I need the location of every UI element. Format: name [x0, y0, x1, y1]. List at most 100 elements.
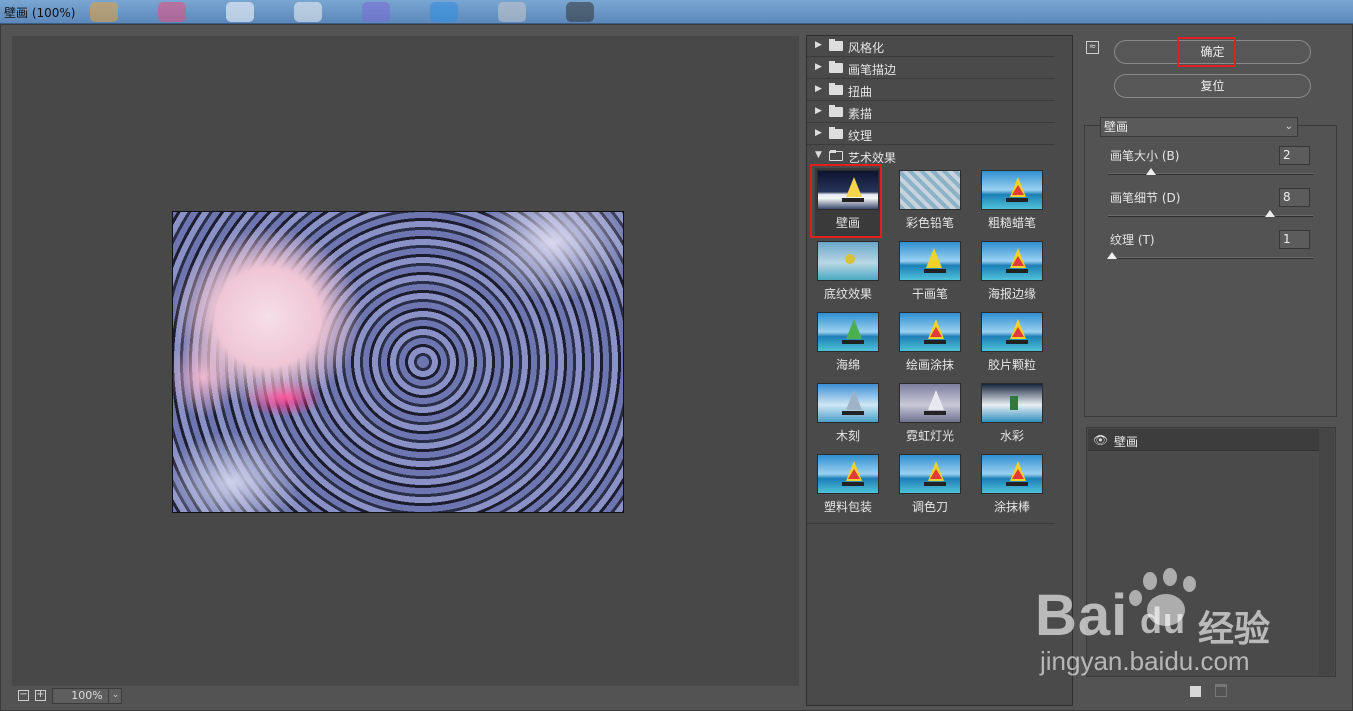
thumbnail-image	[899, 241, 961, 281]
effect-layer-row[interactable]: 👁 壁画	[1088, 429, 1319, 451]
thumbnail-image	[817, 241, 879, 281]
folder-label: 纹理	[848, 129, 873, 143]
filter-settings-panel	[1084, 125, 1337, 417]
folder-icon	[829, 127, 843, 139]
thumbnail-image	[981, 312, 1043, 352]
zoom-level: 100%	[71, 689, 103, 702]
filter-label: 塑料包装	[823, 500, 872, 514]
filter-label: 调色刀	[911, 500, 948, 514]
expand-arrow-icon: ▶	[815, 128, 822, 138]
preview-image[interactable]	[172, 211, 624, 513]
thumbnail-image	[981, 454, 1043, 494]
brush-detail-label: 画笔细节 (D)	[1110, 191, 1181, 205]
folder-icon	[829, 61, 843, 73]
collapse-gallery-icon[interactable]: ≈	[1086, 41, 1099, 54]
thumbnail-image	[981, 383, 1043, 423]
ok-button-highlight	[1177, 37, 1236, 67]
filter-cutout[interactable]: 木刻	[815, 381, 881, 449]
watermark-du: du	[1140, 600, 1186, 641]
folder-icon	[829, 39, 843, 51]
file-icon[interactable]	[294, 2, 322, 22]
taskbar-icons	[90, 2, 594, 22]
watermark-url: jingyan.baidu.com	[1040, 646, 1250, 676]
folder-open-icon	[829, 150, 843, 161]
folder-brush-strokes[interactable]: ▶ 画笔描边	[807, 58, 1055, 79]
filter-rough-pastels[interactable]: 粗糙蜡笔	[979, 168, 1045, 236]
eye-icon[interactable]: 👁	[1093, 433, 1108, 447]
filter-watercolor[interactable]: 水彩	[979, 381, 1045, 449]
layers-scrollbar[interactable]	[1319, 429, 1334, 675]
folder-texture[interactable]: ▶ 纹理	[807, 124, 1055, 145]
folder-stylize[interactable]: ▶ 风格化	[807, 36, 1055, 57]
thumbnail-image	[899, 383, 961, 423]
baidu-jingyan-watermark: Bai du 经验 jingyan.baidu.com	[1030, 560, 1310, 680]
expand-arrow-icon: ▶	[815, 84, 822, 94]
ie-icon[interactable]	[430, 2, 458, 22]
brush-detail-input[interactable]: 8	[1279, 188, 1310, 207]
filter-label: 绘画涂抹	[905, 358, 954, 372]
thumbnail-image	[899, 170, 961, 210]
effect-layer-name: 壁画	[1114, 435, 1139, 449]
slider-knob[interactable]	[1107, 252, 1117, 259]
filter-colored-pencil[interactable]: 彩色铅笔	[897, 168, 963, 236]
texture-label: 纹理 (T)	[1110, 233, 1155, 247]
watermark-brand: Bai	[1035, 583, 1129, 648]
reset-button[interactable]: 复位	[1114, 74, 1311, 98]
brush-detail-slider[interactable]	[1108, 210, 1313, 217]
zoom-dropdown-icon[interactable]: ⌄	[108, 688, 122, 704]
document-icon[interactable]	[226, 2, 254, 22]
trash-icon[interactable]	[1215, 684, 1227, 697]
media-icon[interactable]	[362, 2, 390, 22]
filter-dry-brush[interactable]: 干画笔	[897, 239, 963, 307]
filter-neon-glow[interactable]: 霓虹灯光	[897, 381, 963, 449]
filter-label: 水彩	[999, 429, 1024, 443]
filter-label: 胶片颗粒	[987, 358, 1036, 372]
slider-knob[interactable]	[1146, 168, 1157, 175]
filter-label: 霓虹灯光	[905, 429, 954, 443]
filter-label: 干画笔	[911, 287, 948, 301]
browser-icon[interactable]	[90, 2, 118, 22]
brush-size-slider[interactable]	[1108, 168, 1313, 175]
filter-label: 彩色铅笔	[905, 216, 954, 230]
zoom-out-button[interactable]: −	[18, 690, 29, 701]
thumbnail-image	[899, 454, 961, 494]
new-effect-layer-icon[interactable]	[1190, 686, 1201, 697]
folder-distort[interactable]: ▶ 扭曲	[807, 80, 1055, 101]
zoom-in-button[interactable]: +	[35, 690, 46, 701]
filter-palette-knife[interactable]: 调色刀	[897, 452, 963, 520]
brush-size-label: 画笔大小 (B)	[1110, 149, 1180, 163]
filter-select-value: 壁画	[1104, 120, 1129, 134]
gallery-divider	[807, 523, 1055, 524]
filter-underpainting[interactable]: 底纹效果	[815, 239, 881, 307]
filter-poster-edges[interactable]: 海报边缘	[979, 239, 1045, 307]
watermark-jingyan: 经验	[1198, 609, 1271, 650]
texture-slider[interactable]	[1107, 252, 1313, 259]
filter-sponge[interactable]: 海绵	[815, 310, 881, 378]
expand-arrow-icon: ▶	[815, 40, 822, 50]
filter-label: 海报边缘	[987, 287, 1036, 301]
selected-filter-highlight	[810, 164, 882, 238]
filter-select[interactable]: 壁画 ⌄	[1100, 117, 1298, 137]
filter-label: 底纹效果	[823, 287, 872, 301]
folder-label: 画笔描边	[848, 63, 897, 77]
folder-sketch[interactable]: ▶ 素描	[807, 102, 1055, 123]
tool-icon[interactable]	[498, 2, 526, 22]
thumbnail-image	[817, 383, 879, 423]
collapse-arrow-icon: ▼	[815, 150, 822, 160]
expand-arrow-icon: ▶	[815, 106, 822, 116]
app-icon[interactable]	[158, 2, 186, 22]
filter-paint-daubs[interactable]: 绘画涂抹	[897, 310, 963, 378]
thumbnail-image	[817, 312, 879, 352]
filter-film-grain[interactable]: 胶片颗粒	[979, 310, 1045, 378]
monitor-icon[interactable]	[566, 2, 594, 22]
filter-label: 海绵	[835, 358, 860, 372]
filter-label: 木刻	[835, 429, 860, 443]
chevron-down-icon: ⌄	[1284, 121, 1293, 132]
folder-label: 素描	[848, 107, 873, 121]
filter-plastic-wrap[interactable]: 塑料包装	[815, 452, 881, 520]
slider-knob[interactable]	[1264, 210, 1275, 217]
texture-input[interactable]: 1	[1279, 230, 1310, 249]
brush-size-input[interactable]: 2	[1279, 146, 1310, 165]
filter-smudge-stick[interactable]: 涂抹棒	[979, 452, 1045, 520]
folder-label: 扭曲	[848, 85, 873, 99]
